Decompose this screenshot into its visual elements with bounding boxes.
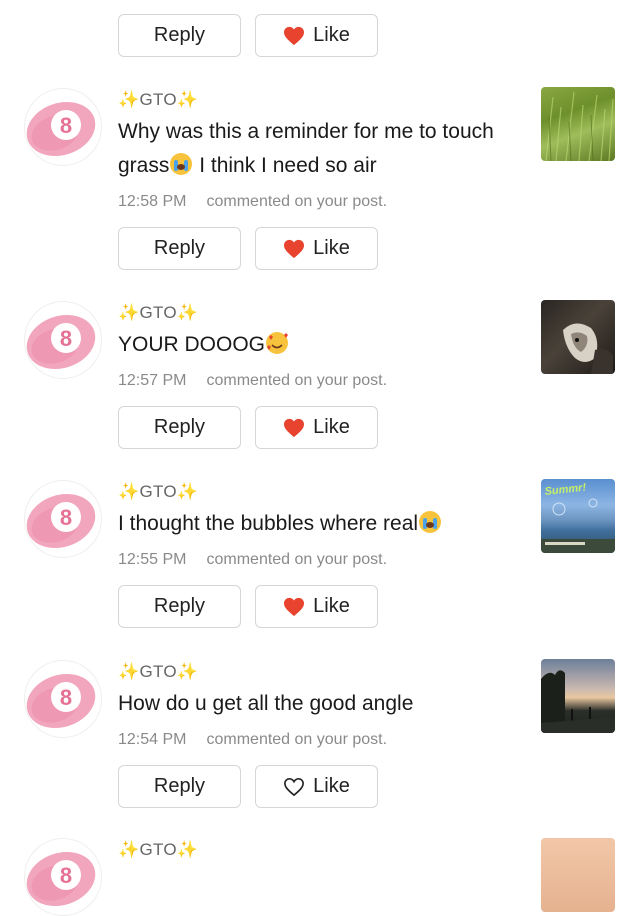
sparkle-icon: ✨ xyxy=(176,482,199,501)
sparkle-icon: ✨ xyxy=(176,662,199,681)
timestamp: 12:58 PM xyxy=(118,193,187,210)
svg-text:Summr!: Summr! xyxy=(544,482,587,498)
username[interactable]: ✨GTO✨ xyxy=(118,840,198,860)
action-row: Reply Like xyxy=(118,14,378,57)
timestamp: 12:54 PM xyxy=(118,731,187,748)
username[interactable]: ✨GTO✨ xyxy=(118,90,198,110)
post-thumbnail[interactable] xyxy=(541,838,615,912)
sunset-photo xyxy=(541,670,615,733)
username[interactable]: ✨GTO✨ xyxy=(118,662,198,682)
like-button[interactable]: Like xyxy=(255,765,378,808)
reply-button[interactable]: Reply xyxy=(118,14,241,57)
sparkle-icon: ✨ xyxy=(176,90,199,109)
sparkle-icon: ✨ xyxy=(118,840,140,859)
comment-meta: 12:54 PM commented on your post. xyxy=(118,731,387,749)
action-text: commented on your post. xyxy=(206,731,388,748)
heart-outline-icon xyxy=(283,777,305,797)
sparkle-icon: ✨ xyxy=(118,482,140,501)
reply-button[interactable]: Reply xyxy=(118,227,241,270)
reply-button[interactable]: Reply xyxy=(118,585,241,628)
action-text: commented on your post. xyxy=(206,372,388,389)
like-button[interactable]: Like xyxy=(255,227,378,270)
comment-text: YOUR DOOOG xyxy=(118,328,528,362)
sparkle-icon: ✨ xyxy=(118,303,140,322)
sparkle-icon: ✨ xyxy=(176,303,199,322)
avatar[interactable] xyxy=(24,88,102,166)
heart-filled-icon xyxy=(283,239,305,259)
timestamp: 12:55 PM xyxy=(118,551,187,568)
comment-meta: 12:58 PM commented on your post. xyxy=(118,193,387,211)
dog-photo xyxy=(563,323,613,374)
username[interactable]: ✨GTO✨ xyxy=(118,482,198,502)
heart-filled-icon xyxy=(283,26,305,46)
username[interactable]: ✨GTO✨ xyxy=(118,303,198,323)
avatar[interactable] xyxy=(24,660,102,738)
grass-photo xyxy=(545,91,614,161)
sparkle-icon: ✨ xyxy=(118,662,140,681)
comment-text: Why was this a reminder for me to touch … xyxy=(118,120,494,177)
avatar[interactable] xyxy=(24,838,102,916)
comment-meta: 12:57 PM commented on your post. xyxy=(118,372,387,390)
action-row: Reply Like xyxy=(118,406,378,449)
sparkle-icon: ✨ xyxy=(118,90,140,109)
timestamp: 12:57 PM xyxy=(118,372,187,389)
avatar[interactable] xyxy=(24,480,102,558)
action-text: commented on your post. xyxy=(206,551,388,568)
action-row: Reply Like xyxy=(118,765,378,808)
heart-filled-icon xyxy=(283,418,305,438)
post-thumbnail[interactable] xyxy=(541,659,615,733)
avatar[interactable] xyxy=(24,301,102,379)
heart-filled-icon xyxy=(283,597,305,617)
like-button[interactable]: Like xyxy=(255,406,378,449)
post-thumbnail[interactable] xyxy=(541,87,615,161)
post-thumbnail[interactable] xyxy=(541,300,615,374)
reply-button[interactable]: Reply xyxy=(118,765,241,808)
crying-face-icon xyxy=(418,510,442,534)
reply-button[interactable]: Reply xyxy=(118,406,241,449)
beach-photo: Summr! xyxy=(541,482,615,553)
action-row: Reply Like xyxy=(118,227,378,270)
like-button[interactable]: Like xyxy=(255,585,378,628)
comment-text: How do u get all the good angle xyxy=(118,692,414,715)
comment-meta: 12:55 PM commented on your post. xyxy=(118,551,387,569)
comment-text: I thought the bubbles where real xyxy=(118,507,528,541)
post-thumbnail[interactable]: Summr! xyxy=(541,479,615,553)
skin-photo xyxy=(541,838,615,855)
sparkle-icon: ✨ xyxy=(176,840,199,859)
action-row: Reply Like xyxy=(118,585,378,628)
smiling-face-with-hearts-icon xyxy=(265,331,289,355)
like-button[interactable]: Like xyxy=(255,14,378,57)
crying-face-icon xyxy=(169,152,193,176)
action-text: commented on your post. xyxy=(206,193,388,210)
